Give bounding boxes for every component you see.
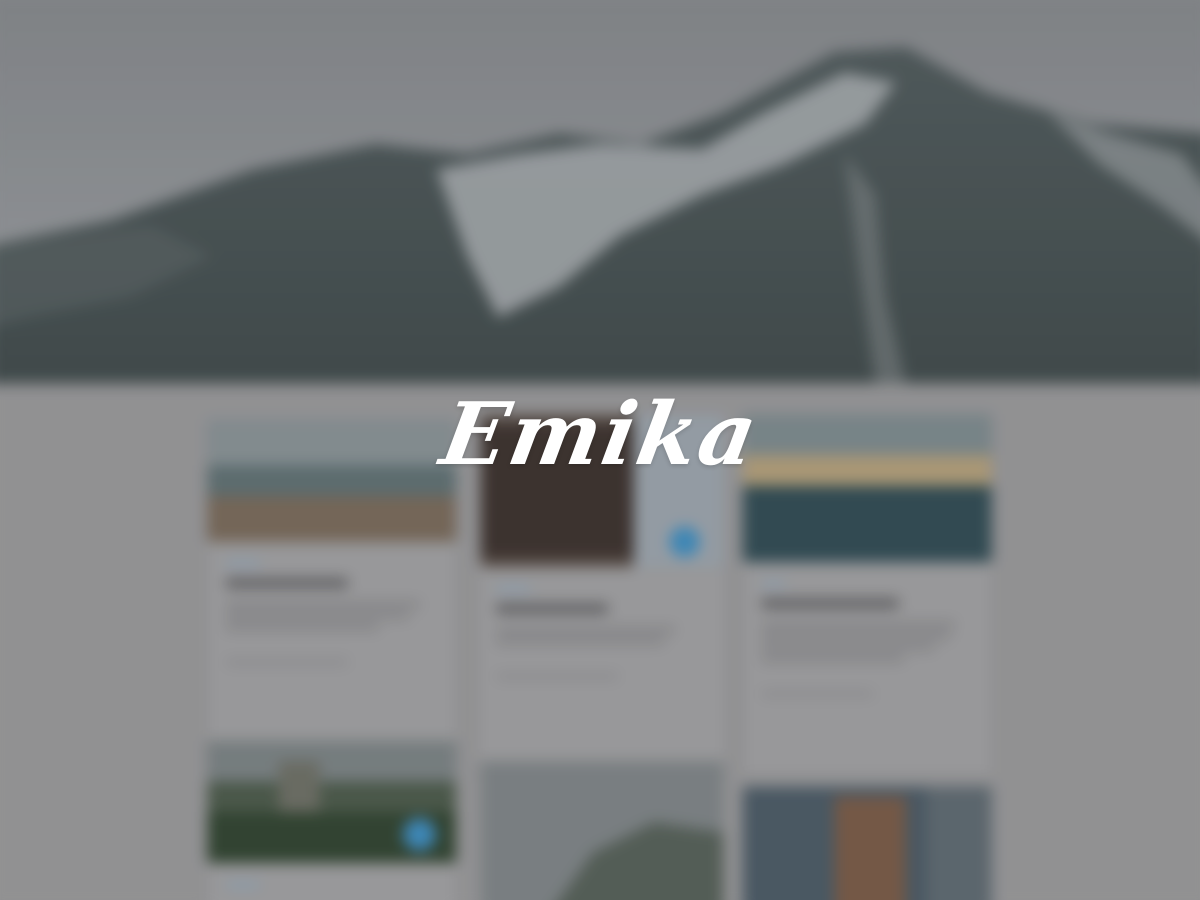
app-logo: Emika bbox=[433, 384, 767, 485]
splash-screen: Emika bbox=[0, 0, 1200, 900]
